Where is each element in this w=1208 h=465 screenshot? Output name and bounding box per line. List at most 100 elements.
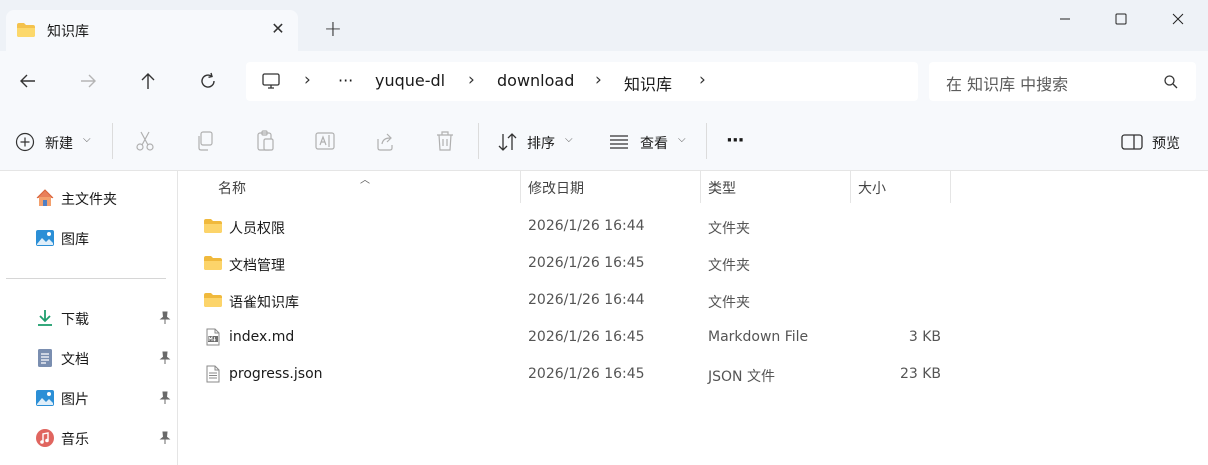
arrow-left-icon — [20, 74, 35, 88]
column-header-size[interactable]: 大小 — [851, 171, 950, 203]
rename-button[interactable] — [315, 130, 335, 154]
cut-button[interactable] — [135, 130, 155, 154]
trash-icon — [437, 131, 453, 151]
file-row[interactable]: 文档管理 2026/1/26 16:45 文件夹 — [199, 245, 959, 281]
plus-circle-icon — [15, 132, 35, 152]
file-type: JSON 文件 — [708, 369, 775, 385]
sidebar-item-label: 音乐 — [61, 432, 89, 448]
breadcrumb-yuque-dl[interactable]: yuque-dl — [375, 71, 445, 90]
file-name: 文档管理 — [229, 258, 285, 274]
up-button[interactable] — [137, 70, 159, 92]
sidebar-item-gallery[interactable]: 图库 — [0, 223, 178, 253]
file-modified: 2026/1/26 16:45 — [528, 329, 645, 345]
file-row[interactable]: index.md 2026/1/26 16:45 Markdown File 3… — [199, 319, 959, 355]
column-header-name[interactable]: 名称 — [179, 171, 520, 203]
preview-button[interactable]: 预览 — [1121, 130, 1191, 154]
breadcrumb-overflow[interactable]: ··· — [338, 71, 353, 90]
file-row[interactable]: progress.json 2026/1/26 16:45 JSON 文件 23… — [199, 356, 959, 392]
address-bar[interactable]: › ··· yuque-dl › download › 知识库 › — [246, 62, 918, 101]
close-icon — [1172, 13, 1184, 25]
paste-icon — [257, 130, 274, 151]
search-box[interactable]: 在 知识库 中搜索 — [929, 62, 1196, 101]
sidebar-item-label: 下载 — [61, 312, 89, 328]
chevron-right-icon: › — [304, 70, 311, 90]
close-window-button[interactable] — [1155, 6, 1201, 34]
sidebar-item-label: 文档 — [61, 352, 89, 368]
gallery-icon — [36, 230, 54, 246]
rename-icon — [315, 132, 335, 150]
chevron-down-icon: ⌵ — [678, 134, 686, 145]
copy-icon — [198, 131, 213, 151]
markdown-file-icon — [206, 328, 220, 346]
chevron-down-icon: ⌵ — [565, 134, 573, 145]
view-lines-icon — [610, 135, 628, 149]
share-icon — [377, 133, 393, 151]
file-name: progress.json — [229, 366, 323, 382]
sidebar-divider — [6, 278, 166, 279]
column-divider[interactable] — [950, 171, 951, 203]
pin-icon[interactable] — [158, 351, 172, 365]
chevron-down-icon: ⌵ — [83, 134, 91, 145]
column-header-label: 修改日期 — [528, 181, 584, 197]
file-list: ︿ 名称 修改日期 类型 大小 人员权限 2026/1/26 16:44 文件夹… — [179, 171, 1208, 465]
file-name: 人员权限 — [229, 221, 285, 237]
new-button[interactable]: 新建 ⌵ — [15, 130, 95, 154]
file-type: 文件夹 — [708, 258, 750, 274]
breadcrumb-download[interactable]: download — [497, 71, 574, 90]
more-options-button[interactable]: ··· — [726, 130, 750, 154]
toolbar-divider — [112, 123, 113, 159]
file-row[interactable]: 语雀知识库 2026/1/26 16:44 文件夹 — [199, 282, 959, 318]
chevron-right-icon: › — [468, 70, 475, 90]
pin-icon[interactable] — [158, 311, 172, 325]
computer-icon — [262, 73, 280, 89]
column-header-label: 类型 — [708, 181, 736, 197]
back-button[interactable] — [17, 70, 39, 92]
maximize-button[interactable] — [1098, 6, 1144, 34]
scissors-icon — [136, 131, 154, 151]
minimize-button[interactable] — [1042, 6, 1088, 34]
file-row[interactable]: 人员权限 2026/1/26 16:44 文件夹 — [199, 208, 959, 244]
new-tab-button[interactable]: + — [322, 19, 344, 41]
music-icon — [36, 429, 54, 447]
file-modified: 2026/1/26 16:45 — [528, 366, 645, 382]
arrow-up-icon — [141, 73, 155, 89]
sort-button[interactable]: 排序 ⌵ — [497, 130, 577, 154]
file-type: 文件夹 — [708, 295, 750, 311]
folder-icon — [204, 256, 222, 270]
sidebar-item-music[interactable]: 音乐 — [0, 423, 178, 453]
text-file-icon — [206, 365, 220, 383]
navigation-pane: 主文件夹 图库 下载 文档 图片 音乐 — [0, 171, 178, 465]
forward-button[interactable] — [77, 70, 99, 92]
sidebar-item-home[interactable]: 主文件夹 — [0, 183, 178, 213]
sidebar-item-downloads[interactable]: 下载 — [0, 303, 178, 333]
sidebar-item-documents[interactable]: 文档 — [0, 343, 178, 373]
file-name: 语雀知识库 — [229, 295, 299, 311]
file-modified: 2026/1/26 16:44 — [528, 218, 645, 234]
tab-knowledge-base[interactable]: 知识库 ✕ — [6, 10, 298, 51]
pin-icon[interactable] — [158, 431, 172, 445]
new-label: 新建 — [45, 136, 73, 152]
file-type: Markdown File — [708, 329, 809, 345]
file-name: index.md — [229, 329, 295, 345]
paste-button[interactable] — [255, 130, 275, 154]
sidebar-item-pictures[interactable]: 图片 — [0, 383, 178, 413]
tab-title: 知识库 — [47, 24, 89, 40]
column-header-label: 大小 — [858, 181, 886, 197]
delete-button[interactable] — [435, 130, 455, 154]
pictures-icon — [36, 390, 54, 406]
command-bar: 新建 ⌵ 排序 ⌵ 查看 ⌵ ··· 预览 — [0, 111, 1208, 171]
share-button[interactable] — [375, 130, 395, 154]
copy-button[interactable] — [195, 130, 215, 154]
preview-pane-icon — [1121, 134, 1143, 150]
tab-close-button[interactable]: ✕ — [268, 19, 288, 39]
file-size: 23 KB — [899, 366, 941, 382]
folder-icon — [204, 293, 222, 307]
pin-icon[interactable] — [158, 391, 172, 405]
breadcrumb-knowledge-base[interactable]: 知识库 — [624, 71, 672, 95]
column-header-modified[interactable]: 修改日期 — [521, 171, 700, 203]
refresh-button[interactable] — [197, 70, 219, 92]
column-header-type[interactable]: 类型 — [701, 171, 850, 203]
maximize-icon — [1115, 13, 1127, 25]
view-button[interactable]: 查看 ⌵ — [608, 130, 688, 154]
column-header-label: 名称 — [218, 181, 246, 197]
